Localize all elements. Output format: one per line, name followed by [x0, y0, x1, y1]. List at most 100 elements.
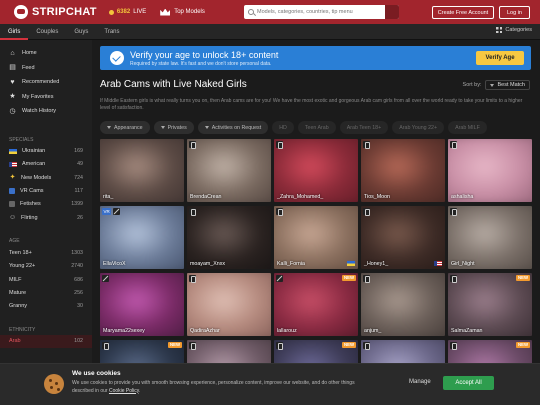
search-clear-button[interactable] — [385, 5, 399, 19]
model-name: Maryama22sexey — [103, 328, 145, 334]
sidebar-item-label: Arab — [9, 338, 21, 345]
create-account-button[interactable]: Create Free Account — [432, 6, 494, 19]
stripchat-logo[interactable]: STRIPCHAT — [14, 5, 97, 19]
model-thumbnail — [100, 273, 184, 336]
usa-flag-icon — [9, 161, 17, 167]
chevron-down-icon — [490, 83, 495, 87]
sidebar-item-count: 256 — [74, 289, 83, 296]
model-card[interactable]: ashalisha — [448, 139, 532, 202]
sidebar-item-favorites[interactable]: ★ My Favorites — [0, 90, 92, 105]
sidebar-item-label: Flirting — [21, 214, 38, 221]
sidebar-item-count: 117 — [74, 188, 83, 195]
sidebar-item-arab[interactable]: Arab 102 — [0, 334, 92, 349]
sidebar-item-label: Watch History — [22, 108, 57, 115]
feed-icon: ▤ — [9, 64, 16, 72]
sidebar-item-feed[interactable]: ▤ Feed — [0, 61, 92, 76]
sidebar-item-count: 30 — [77, 303, 83, 310]
sidebar-item-teen[interactable]: Teen 18+ 1303 — [0, 246, 92, 259]
model-card[interactable]: NEW lallarouz — [274, 273, 358, 336]
mobile-icon — [189, 208, 196, 216]
new-badge: NEW — [515, 275, 530, 281]
search-box[interactable] — [244, 5, 399, 19]
sidebar-item-label: New Models — [21, 174, 52, 181]
filter-privates[interactable]: Privates — [153, 121, 194, 134]
verify-subtitle: Required by state law. It's fast and we … — [130, 60, 272, 67]
sidebar-item-young[interactable]: Young 22+ 2740 — [0, 260, 92, 273]
sidebar-item-flirting[interactable]: ☺ Flirting 26 — [0, 211, 92, 224]
tab-trans[interactable]: Trans — [96, 24, 127, 40]
model-card[interactable]: _Honey1_ — [361, 206, 445, 269]
tab-couples[interactable]: Couples — [28, 24, 66, 40]
sidebar-item-recommended[interactable]: ♥ Recommended — [0, 75, 92, 90]
sort-select[interactable]: Best Match — [485, 80, 530, 90]
model-thumbnail — [187, 206, 271, 269]
sort-value: Best Match — [497, 82, 525, 88]
sidebar-item-new-models[interactable]: ✦ New Models 724 — [0, 171, 92, 184]
manage-cookies-button[interactable]: Manage — [409, 379, 431, 385]
top-bar: STRIPCHAT 6382 LIVE Top Models Create Fr… — [0, 0, 540, 24]
cookie-text: We use cookies to provide you with smoot… — [72, 380, 372, 395]
sidebar-item-label: Granny — [9, 303, 28, 310]
model-card[interactable]: rita_ — [100, 139, 184, 202]
model-card[interactable]: Girl_Night — [448, 206, 532, 269]
model-card[interactable]: VR EllaVicoX — [100, 206, 184, 269]
sidebar-item-history[interactable]: ◷ Watch History — [0, 104, 92, 119]
star-icon: ★ — [9, 93, 16, 101]
filter-arab-young[interactable]: Arab Young 22+ — [392, 121, 445, 134]
mobile-icon — [363, 141, 370, 149]
category-tabs: Girls Couples Guys Trans Categories — [0, 24, 540, 40]
sidebar-item-ukrainian[interactable]: Ukrainian 169 — [0, 145, 92, 158]
filter-hd[interactable]: HD — [272, 121, 294, 134]
filter-label: Activities on Request — [211, 124, 262, 131]
model-name: Tios_Moon — [364, 194, 391, 200]
model-thumbnail — [361, 139, 445, 202]
filter-activities[interactable]: Activities on Request — [197, 121, 269, 134]
sidebar-item-granny[interactable]: Granny 30 — [0, 299, 92, 312]
sidebar-item-mature[interactable]: Mature 256 — [0, 286, 92, 299]
model-card[interactable]: moayam_Xnxx — [187, 206, 271, 269]
model-card[interactable]: Maryama22sexey — [100, 273, 184, 336]
model-card[interactable]: NEW SalmaZaman — [448, 273, 532, 336]
model-thumbnail — [274, 139, 358, 202]
model-card[interactable]: BrendaCrean — [187, 139, 271, 202]
model-card[interactable]: Kalli_Fornia — [274, 206, 358, 269]
model-thumbnail — [187, 273, 271, 336]
cookie-policy-link[interactable]: Cookie Policy — [109, 388, 139, 394]
filter-appearance[interactable]: Appearance — [100, 121, 150, 134]
search-input[interactable] — [257, 9, 387, 15]
history-icon: ◷ — [9, 107, 16, 115]
live-counter: 6382 LIVE — [108, 9, 147, 15]
sidebar-item-label: Ukrainian — [22, 148, 46, 155]
model-name: moayam_Xnxx — [190, 261, 226, 267]
filter-teen-arab[interactable]: Teen Arab — [297, 121, 336, 134]
sidebar-item-american[interactable]: American 49 — [0, 158, 92, 171]
sidebar-item-count: 1399 — [71, 201, 83, 208]
verify-age-button[interactable]: Verify Age — [476, 51, 524, 65]
mobile-icon — [189, 275, 196, 283]
sidebar-item-milf[interactable]: MILF 686 — [0, 273, 92, 286]
mobile-icon — [102, 342, 109, 350]
model-card[interactable]: _Zahra_Mohamed_ — [274, 139, 358, 202]
categories-button[interactable]: Categories — [496, 27, 532, 33]
live-label: LIVE — [133, 9, 147, 15]
model-card[interactable]: Tios_Moon — [361, 139, 445, 202]
login-button[interactable]: Log in — [499, 6, 530, 19]
model-card[interactable]: QadiraAzhar — [187, 273, 271, 336]
sidebar-item-fetishes[interactable]: Fetishes 1399 — [0, 198, 92, 211]
top-models-link[interactable]: Top Models — [160, 8, 205, 16]
verify-age-banner: Verify your age to unlock 18+ content Re… — [100, 46, 531, 70]
sidebar-item-label: Teen 18+ — [9, 249, 32, 256]
tab-girls[interactable]: Girls — [0, 24, 29, 40]
filter-arab-teen[interactable]: Arab Teen 18+ — [339, 121, 389, 134]
sidebar-item-vr-cams[interactable]: VR Cams 117 — [0, 184, 92, 197]
model-card[interactable]: anjum_ — [361, 273, 445, 336]
home-icon: ⌂ — [10, 49, 15, 57]
filter-bar: Appearance Privates Activities on Reques… — [100, 121, 540, 134]
sidebar-item-home[interactable]: ⌂ Home — [0, 46, 92, 61]
mobile-icon — [363, 275, 370, 283]
model-name: ashalisha — [451, 194, 474, 200]
tab-guys[interactable]: Guys — [66, 24, 96, 40]
crown-icon — [160, 8, 171, 16]
filter-arab-milf[interactable]: Arab MILF — [448, 121, 487, 134]
accept-all-button[interactable]: Accept All — [443, 376, 494, 390]
